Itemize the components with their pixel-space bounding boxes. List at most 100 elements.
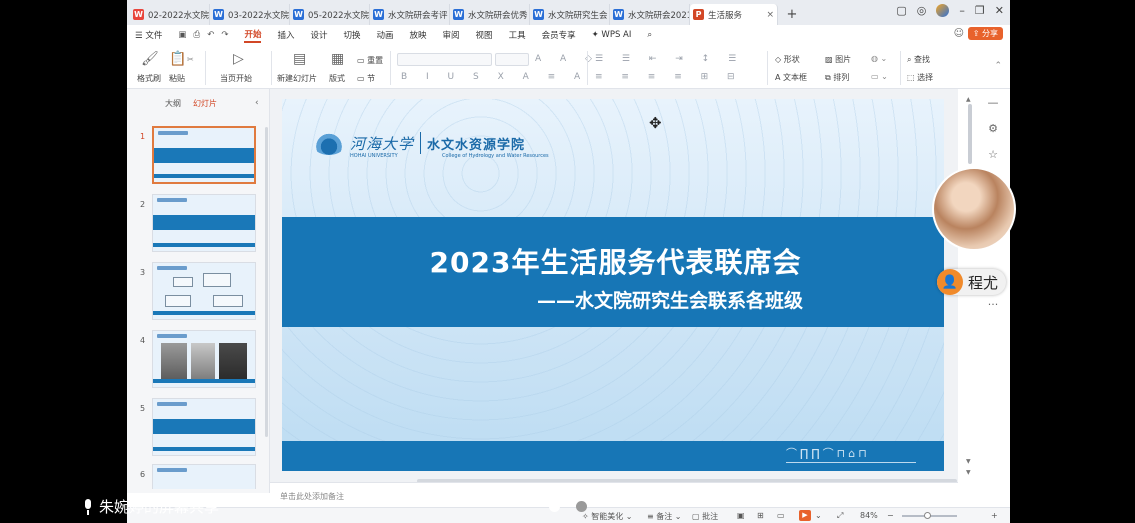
- fill-icon[interactable]: ◍ ⌄: [871, 54, 887, 63]
- document-tab-active[interactable]: P 生活服务 ×: [690, 4, 778, 25]
- ribbon-collapse-icon[interactable]: ⌃: [994, 61, 1002, 71]
- wps-ai-button[interactable]: ✦ WPS AI: [592, 30, 632, 40]
- document-tab[interactable]: W 水文院研究生会: [530, 4, 610, 25]
- document-tab[interactable]: W 水文院研会优秀: [450, 4, 530, 25]
- scroll-down-icon[interactable]: ▼: [966, 469, 971, 476]
- scroll-up-icon[interactable]: ▲: [966, 96, 971, 103]
- slideshow-play-button[interactable]: ▶: [799, 510, 811, 521]
- notes-pane[interactable]: 单击此处添加备注: [270, 482, 958, 507]
- normal-view-icon[interactable]: ▣: [737, 511, 745, 520]
- notes-toggle-button[interactable]: ≡ 备注 ⌄: [647, 511, 682, 522]
- font-size-adjust-icons[interactable]: A A ◇: [535, 54, 600, 64]
- save-icon[interactable]: ▣: [178, 30, 186, 40]
- fit-window-icon[interactable]: ⤢: [837, 511, 843, 521]
- reading-view-icon[interactable]: ▭: [777, 511, 785, 520]
- cut-icon[interactable]: ✂: [187, 55, 194, 64]
- tab-insert[interactable]: 插入: [277, 29, 294, 41]
- tab-member[interactable]: 会员专享: [542, 29, 576, 41]
- minimize-icon[interactable]: –: [959, 4, 965, 17]
- participant-video[interactable]: [932, 167, 1016, 251]
- document-tab[interactable]: W 02-2022水文院-: [130, 4, 210, 25]
- paragraph-list-icons[interactable]: ☰ ☰ ⇤ ⇥ ↕ ☰: [595, 54, 744, 64]
- reset-button[interactable]: ▭ 重置: [357, 55, 383, 66]
- tab-slides[interactable]: 幻灯片: [193, 98, 217, 109]
- format-painter-button[interactable]: 格式刷: [137, 73, 161, 84]
- skin-icon[interactable]: ◎: [917, 4, 927, 17]
- zoom-slider[interactable]: [902, 512, 957, 519]
- document-tab[interactable]: W 水文院研会考评: [370, 4, 450, 25]
- format-painter-icon[interactable]: 🖌: [141, 51, 159, 67]
- tab-outline[interactable]: 大纲: [165, 98, 181, 109]
- tab-review[interactable]: 审阅: [443, 29, 460, 41]
- slide-thumbnail[interactable]: 5: [127, 398, 267, 458]
- tab-transitions[interactable]: 切换: [343, 29, 360, 41]
- smart-beautify-button[interactable]: ✧ 智能美化 ⌄: [582, 511, 633, 522]
- tab-home[interactable]: 开始: [244, 28, 262, 43]
- document-tab[interactable]: W 03-2022水文院-: [210, 4, 290, 25]
- play-icon[interactable]: ▷: [233, 51, 244, 67]
- collapse-panel-icon[interactable]: ‹: [255, 98, 259, 108]
- document-tab[interactable]: W 水文院研会2021: [610, 4, 690, 25]
- find-button[interactable]: ⌕ 查找: [907, 54, 930, 65]
- layout-icon[interactable]: ▦: [331, 51, 344, 67]
- new-slide-icon[interactable]: ▤: [293, 51, 306, 67]
- layout-button[interactable]: 版式: [329, 73, 345, 84]
- slide-thumbnail[interactable]: 4: [127, 330, 267, 390]
- scrollbar-thumb[interactable]: [968, 104, 972, 164]
- select-button[interactable]: ⬚ 选择: [907, 72, 933, 83]
- redo-icon[interactable]: ↷: [221, 30, 228, 40]
- paste-button[interactable]: 粘贴: [169, 73, 185, 84]
- zoom-level[interactable]: 84%: [860, 511, 878, 520]
- slide-thumbnail[interactable]: 2: [127, 194, 267, 254]
- new-slide-button[interactable]: 新建幻灯片: [277, 73, 317, 84]
- comments-button[interactable]: ▢ 批注: [692, 511, 718, 522]
- current-slide[interactable]: 河海大学 HOHAI UNIVERSITY 水文水资源学院 College of…: [282, 99, 944, 471]
- star-icon[interactable]: ☆: [988, 148, 998, 161]
- notification-icon[interactable]: ☺: [954, 28, 964, 39]
- slide-title[interactable]: 2023年生活服务代表联席会: [282, 241, 944, 281]
- font-style-icons[interactable]: B I U S X A ≡ A: [401, 72, 588, 82]
- section-button[interactable]: ▭ 节: [357, 73, 375, 84]
- file-menu[interactable]: ☰ 文件: [135, 29, 162, 41]
- undo-icon[interactable]: ↶: [207, 30, 214, 40]
- tablet-mode-icon[interactable]: ▢: [896, 4, 906, 17]
- close-window-icon[interactable]: ✕: [995, 4, 1004, 17]
- new-tab-button[interactable]: +: [778, 4, 806, 25]
- tab-slideshow[interactable]: 放映: [410, 29, 427, 41]
- close-tab-icon[interactable]: ×: [766, 10, 774, 20]
- page-dot[interactable]: [576, 501, 587, 512]
- share-button[interactable]: ⇪ 分享: [967, 27, 1003, 40]
- page-dot[interactable]: [549, 501, 560, 512]
- shape-button[interactable]: ◇ 形状: [775, 54, 800, 65]
- arrange-button[interactable]: ⧉ 排列: [825, 72, 849, 83]
- tab-view[interactable]: 视图: [476, 29, 493, 41]
- print-icon[interactable]: ⎙: [193, 30, 200, 40]
- font-size-select[interactable]: [495, 53, 529, 66]
- zoom-slider-knob[interactable]: [924, 512, 931, 519]
- paste-icon[interactable]: 📋: [169, 51, 186, 67]
- paragraph-align-icons[interactable]: ≡ ≡ ≡ ≡ ⊞ ⊟: [595, 72, 743, 82]
- more-icon[interactable]: ···: [988, 298, 999, 311]
- restore-icon[interactable]: ❐: [975, 4, 985, 17]
- zoom-in-icon[interactable]: +: [991, 511, 998, 520]
- tab-animations[interactable]: 动画: [377, 29, 394, 41]
- slideshow-options-icon[interactable]: ⌄: [815, 511, 822, 520]
- outline-icon[interactable]: ▭ ⌄: [871, 72, 888, 81]
- account-avatar[interactable]: [936, 4, 950, 17]
- play-from-current-button[interactable]: 当页开始: [220, 73, 252, 84]
- slide-thumbnail[interactable]: 1: [127, 126, 267, 186]
- thumbnail-scrollbar[interactable]: [265, 127, 268, 437]
- slide-sorter-icon[interactable]: ⊞: [757, 511, 764, 520]
- tab-tools[interactable]: 工具: [509, 29, 526, 41]
- document-tab[interactable]: W 05-2022水文院-: [290, 4, 370, 25]
- scroll-down-icon[interactable]: ▼: [966, 458, 971, 465]
- properties-icon[interactable]: ⚙: [988, 122, 998, 135]
- slide-thumbnail[interactable]: 3: [127, 262, 267, 322]
- picture-button[interactable]: ▨ 图片: [825, 54, 851, 65]
- search-icon[interactable]: ⌕: [647, 30, 652, 40]
- tab-design[interactable]: 设计: [310, 29, 327, 41]
- minus-icon[interactable]: —: [988, 96, 999, 109]
- slide-subtitle[interactable]: ——水文院研究生会联系各班级: [537, 286, 803, 313]
- font-name-select[interactable]: [397, 53, 492, 66]
- textbox-button[interactable]: A 文本框: [775, 72, 807, 83]
